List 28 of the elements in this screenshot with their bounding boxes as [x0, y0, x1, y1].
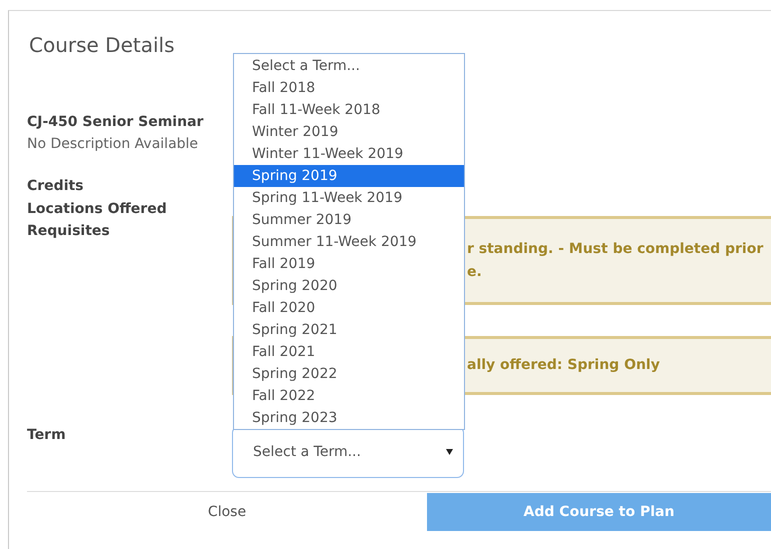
field-label: Credits [27, 177, 85, 196]
term-option[interactable]: Fall 2019 [234, 253, 464, 275]
term-option[interactable]: Winter 11-Week 2019 [234, 143, 464, 165]
field-label: Requisites [27, 222, 111, 241]
term-option[interactable]: Spring 2019 [234, 165, 464, 187]
term-option[interactable]: Spring 11-Week 2019 [234, 187, 464, 209]
course-description: No Description Available [27, 135, 200, 154]
term-option[interactable]: Select a Term... [234, 55, 464, 77]
term-option[interactable]: Spring 2021 [234, 319, 464, 341]
course-name: CJ-450 Senior Seminar [27, 113, 204, 132]
field-label: Term [27, 426, 67, 445]
term-option[interactable]: Spring 2022 [234, 363, 464, 385]
term-option[interactable]: Summer 11-Week 2019 [234, 231, 464, 253]
term-option[interactable]: Fall 2021 [234, 341, 464, 363]
term-option[interactable]: Spring 2023 [234, 407, 464, 429]
term-option[interactable]: Fall 2022 [234, 385, 464, 407]
term-option[interactable]: Fall 2018 [234, 77, 464, 99]
term-option[interactable]: Summer 2019 [234, 209, 464, 231]
dialog-title: Course Details [29, 32, 176, 59]
term-option[interactable]: Fall 11-Week 2018 [234, 99, 464, 121]
notice-text: ally offered: Spring Only [467, 356, 661, 375]
term-option[interactable]: Spring 2020 [234, 275, 464, 297]
notice-text: r standing. - Must be completed prior [467, 240, 764, 258]
term-option[interactable]: Winter 2019 [234, 121, 464, 143]
caret-icon [446, 449, 453, 455]
field-label: Locations Offered [27, 200, 168, 218]
notice-text: e. [467, 262, 483, 282]
term-option[interactable]: Fall 2020 [234, 297, 464, 319]
